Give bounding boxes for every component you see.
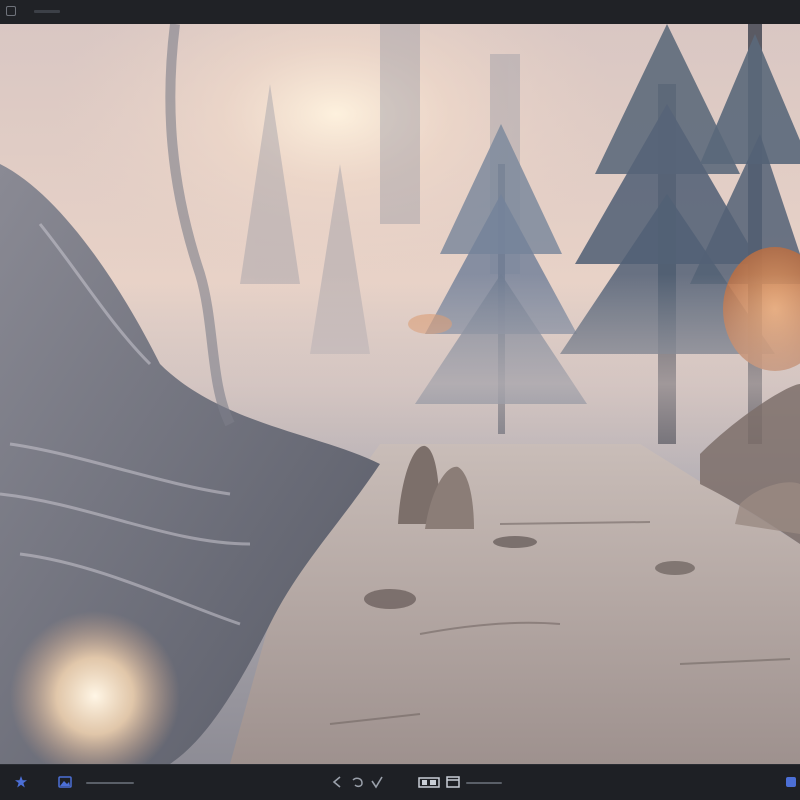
- toolbar-label-bar: [466, 782, 502, 784]
- image-viewport: [0, 24, 800, 764]
- path-stone: [364, 589, 416, 609]
- path-stone-far: [655, 561, 695, 575]
- app-window: [0, 0, 800, 800]
- check-icon[interactable]: [370, 775, 384, 789]
- settings-icon[interactable]: [784, 775, 798, 789]
- title-bar: [0, 0, 800, 24]
- title-mark: [34, 10, 60, 13]
- bottom-toolbar: [0, 764, 800, 800]
- window-icon[interactable]: [6, 6, 16, 16]
- forest-path-image: [0, 24, 800, 764]
- status-bar: [86, 782, 134, 784]
- back-icon[interactable]: [330, 775, 344, 789]
- image-icon[interactable]: [58, 775, 72, 789]
- undo-icon[interactable]: [350, 775, 364, 789]
- window-icon[interactable]: [446, 775, 460, 789]
- path-stone-small: [493, 536, 537, 548]
- star-icon[interactable]: [14, 775, 28, 789]
- gallery-icon[interactable]: [418, 775, 440, 789]
